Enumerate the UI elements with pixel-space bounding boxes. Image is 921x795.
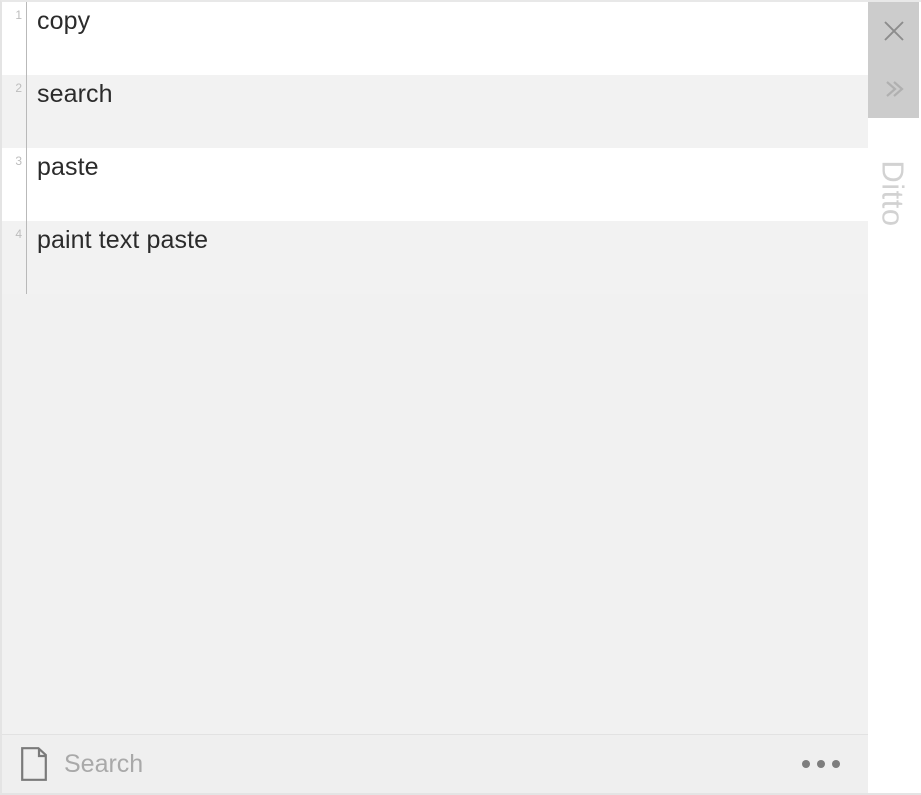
- clip-list-item[interactable]: 2 search: [2, 75, 868, 148]
- more-dot-2: [817, 760, 825, 768]
- clip-list-item[interactable]: 4 paint text paste: [2, 221, 868, 294]
- clip-item-text: copy: [37, 7, 91, 35]
- more-dot-3: [832, 760, 840, 768]
- close-icon: [883, 21, 904, 41]
- clip-list-item[interactable]: 1 copy: [2, 2, 868, 75]
- search-input[interactable]: [64, 746, 802, 782]
- more-options-button[interactable]: [802, 760, 840, 768]
- search-bar: [2, 734, 868, 793]
- main-column: 1 copy 2 search 3 paste 4 paint text pas…: [2, 2, 868, 793]
- double-chevron-right-icon: [885, 81, 904, 97]
- clip-item-index: 3: [15, 154, 22, 168]
- brand-label-text: Ditto: [876, 159, 911, 227]
- clip-list[interactable]: 1 copy 2 search 3 paste 4 paint text pas…: [2, 2, 868, 734]
- ditto-window: 1 copy 2 search 3 paste 4 paint text pas…: [0, 0, 921, 795]
- clip-item-text: search: [37, 80, 113, 108]
- more-dot-1: [802, 760, 810, 768]
- clip-item-index: 4: [15, 227, 22, 241]
- brand-label: Ditto: [868, 118, 919, 268]
- clip-item-index: 1: [15, 8, 22, 22]
- clip-item-index: 2: [15, 81, 22, 95]
- clip-item-text: paste: [37, 153, 99, 181]
- close-button[interactable]: [868, 2, 919, 60]
- side-strip: Ditto: [868, 2, 919, 793]
- clip-item-text: paint text paste: [37, 226, 209, 254]
- clip-list-item[interactable]: 3 paste: [2, 148, 868, 221]
- clipboard-icon: [21, 747, 47, 781]
- expand-button[interactable]: [868, 60, 919, 118]
